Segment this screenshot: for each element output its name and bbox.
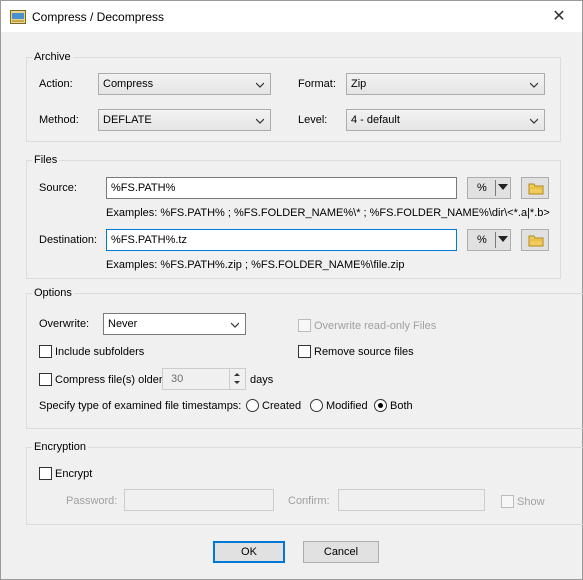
level-label: Level: xyxy=(298,114,328,126)
source-input[interactable]: %FS.PATH% xyxy=(106,177,457,199)
folder-icon xyxy=(528,183,544,195)
spin-up-icon xyxy=(234,373,240,376)
destination-examples: Examples: %FS.PATH%.zip ; %FS.FOLDER_NAM… xyxy=(106,259,405,271)
timestamp-both-radio[interactable] xyxy=(374,399,387,412)
window-title: Compress / Decompress xyxy=(32,10,165,24)
caret-down-icon xyxy=(498,236,508,242)
encryption-group xyxy=(26,447,583,525)
chevron-down-icon xyxy=(231,322,239,328)
format-dropdown[interactable]: Zip xyxy=(346,73,545,95)
cancel-button[interactable]: Cancel xyxy=(303,541,379,563)
overwrite-readonly-checkbox[interactable] xyxy=(298,319,311,332)
timestamp-created-radio[interactable] xyxy=(246,399,259,412)
chevron-down-icon xyxy=(256,82,264,88)
source-examples: Examples: %FS.PATH% ; %FS.FOLDER_NAME%\*… xyxy=(106,207,550,219)
show-password-checkbox[interactable] xyxy=(501,495,514,508)
include-subfolders-checkbox[interactable] xyxy=(39,345,52,358)
source-variable-button[interactable]: % xyxy=(467,177,511,199)
options-group-label: Options xyxy=(32,287,74,299)
overwrite-readonly-label: Overwrite read-only Files xyxy=(314,320,437,332)
archive-group-label: Archive xyxy=(32,51,73,63)
destination-input[interactable]: %FS.PATH%.tz xyxy=(106,229,457,251)
compress-older-checkbox[interactable] xyxy=(39,373,52,386)
folder-icon xyxy=(528,235,544,247)
close-icon[interactable]: ✕ xyxy=(536,1,582,32)
show-password-label: Show xyxy=(517,496,545,508)
days-label: days xyxy=(250,374,274,386)
ok-button[interactable]: OK xyxy=(213,541,285,563)
app-icon xyxy=(10,10,26,24)
remove-source-checkbox[interactable] xyxy=(298,345,311,358)
timestamp-both-label: Both xyxy=(390,400,413,412)
timestamp-created-label: Created xyxy=(262,400,302,412)
action-dropdown[interactable]: Compress xyxy=(98,73,271,95)
destination-browse-button[interactable] xyxy=(521,229,549,251)
format-label: Format: xyxy=(298,78,336,90)
timestamp-modified-radio[interactable] xyxy=(310,399,323,412)
title-bar: Compress / Decompress ✕ xyxy=(1,1,582,32)
chevron-down-icon xyxy=(256,118,264,124)
timestamp-modified-label: Modified xyxy=(326,400,368,412)
encrypt-checkbox[interactable] xyxy=(39,467,52,480)
password-label: Password: xyxy=(66,495,118,507)
overwrite-label: Overwrite: xyxy=(39,318,90,330)
confirm-input[interactable] xyxy=(338,489,485,511)
chevron-down-icon xyxy=(530,118,538,124)
timestamps-label: Specify type of examined file timestamps… xyxy=(39,400,242,412)
level-dropdown[interactable]: 4 - default xyxy=(346,109,545,131)
files-group-label: Files xyxy=(32,154,60,166)
source-browse-button[interactable] xyxy=(521,177,549,199)
password-input[interactable] xyxy=(124,489,274,511)
overwrite-dropdown[interactable]: Never xyxy=(103,313,246,335)
chevron-down-icon xyxy=(530,82,538,88)
compress-dialog: Compress / Decompress ✕ Archive Action: … xyxy=(0,0,583,580)
include-subfolders-label: Include subfolders xyxy=(55,346,145,358)
method-label: Method: xyxy=(39,114,79,126)
destination-label: Destination: xyxy=(39,234,98,246)
caret-down-icon xyxy=(498,184,508,190)
remove-source-label: Remove source files xyxy=(314,346,414,358)
spinner-arrows[interactable] xyxy=(229,369,245,389)
encrypt-label: Encrypt xyxy=(55,468,93,480)
destination-variable-button[interactable]: % xyxy=(467,229,511,251)
spin-down-icon xyxy=(234,381,240,384)
method-dropdown[interactable]: DEFLATE xyxy=(98,109,271,131)
source-label: Source: xyxy=(39,182,77,194)
encryption-group-label: Encryption xyxy=(32,441,88,453)
confirm-label: Confirm: xyxy=(288,495,330,507)
action-label: Action: xyxy=(39,78,73,90)
days-spinner[interactable]: 30 xyxy=(162,368,246,390)
